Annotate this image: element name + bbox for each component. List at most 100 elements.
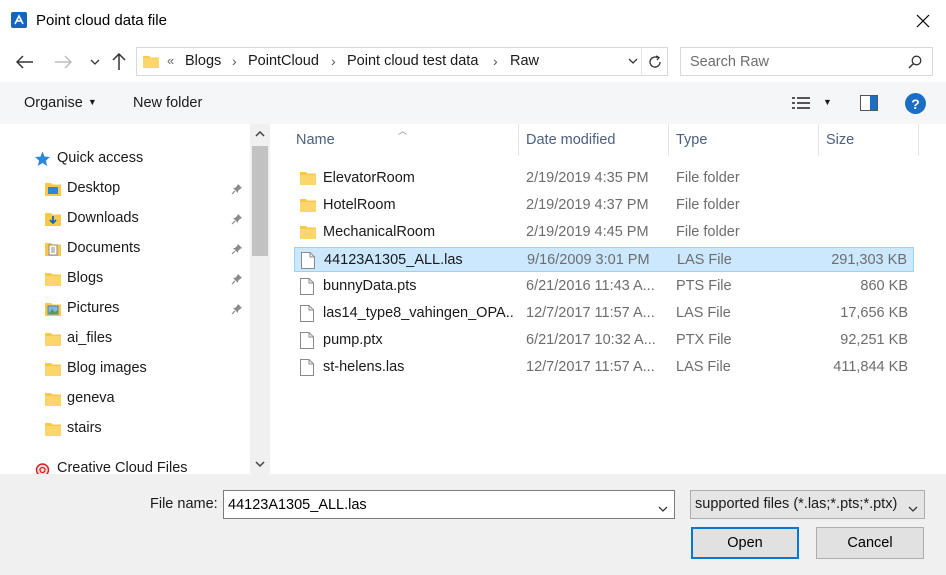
folder-icon <box>45 421 61 440</box>
address-overflow[interactable]: « <box>167 53 174 68</box>
folder-row[interactable]: MechanicalRoom 2/19/2019 4:45 PM File fold… <box>294 220 914 245</box>
breadcrumb-raw[interactable]: Raw <box>510 53 539 69</box>
nav-item-geneva[interactable]: geneva <box>0 386 250 412</box>
navigation-pane: Quick access Desktop Downloads Documents… <box>0 124 270 474</box>
file-row[interactable]: las14_type8_vahingen_OPA... 12/7/2017 11:… <box>294 301 914 326</box>
folder-row[interactable]: ElevatorRoom 2/19/2019 4:35 PM File folder <box>294 166 914 191</box>
search-box[interactable]: Search Raw <box>680 47 933 76</box>
chevron-down-icon <box>908 499 918 515</box>
nav-label: Quick access <box>57 150 144 166</box>
address-bar[interactable]: « Blogs › PointCloud › Point cloud test … <box>136 47 668 76</box>
file-date-modified: 2/19/2019 4:35 PM <box>526 170 649 186</box>
file-row[interactable]: bunnyData.pts 6/21/2016 11:43 A... PTS Fil… <box>294 274 914 299</box>
nav-label: Documents <box>67 240 141 256</box>
organise-menu[interactable]: Organise ▼ <box>24 95 97 111</box>
view-options-dropdown[interactable]: ▼ <box>823 97 832 107</box>
file-size: 291,303 KB <box>831 252 907 268</box>
column-divider[interactable] <box>918 124 919 156</box>
file-size: 860 KB <box>860 278 908 294</box>
breadcrumb-pointcloud[interactable]: PointCloud <box>248 53 319 69</box>
nav-label: geneva <box>67 390 115 406</box>
column-header-name[interactable]: Name <box>288 124 518 156</box>
nav-item-ai-files[interactable]: ai_files <box>0 326 250 352</box>
column-type-label: Type <box>676 132 708 148</box>
breadcrumb-separator[interactable]: › <box>331 53 336 69</box>
pin-icon[interactable] <box>231 182 243 198</box>
file-row[interactable]: 44123A1305_ALL.las 9/16/2009 3:01 PM LAS F… <box>294 247 914 272</box>
back-button[interactable] <box>14 51 36 73</box>
column-header-size[interactable]: Size <box>819 124 917 156</box>
pin-icon[interactable] <box>231 242 243 258</box>
up-button[interactable] <box>108 51 130 73</box>
folder-icon <box>45 361 61 380</box>
search-placeholder[interactable]: Search Raw <box>690 54 769 70</box>
close-button[interactable] <box>908 6 938 36</box>
pin-icon[interactable] <box>231 302 243 318</box>
chevron-up-icon <box>255 131 265 137</box>
column-header-type[interactable]: Type <box>669 124 817 156</box>
dialog-footer: File name: supported files (*.las;*.pts;… <box>0 474 946 575</box>
change-view-button[interactable] <box>792 96 810 113</box>
nav-item-creative-cloud[interactable]: Creative Cloud Files <box>0 456 250 474</box>
file-date-modified: 12/7/2017 11:57 A... <box>526 359 655 375</box>
new-folder-button[interactable]: New folder <box>133 95 202 111</box>
pictures-folder-icon <box>45 301 61 320</box>
chevron-down-icon <box>255 461 265 467</box>
file-size: 17,656 KB <box>840 305 908 321</box>
open-button[interactable]: Open <box>691 527 799 559</box>
breadcrumb-separator[interactable]: › <box>232 53 237 69</box>
nav-item-desktop[interactable]: Desktop <box>0 176 250 202</box>
folder-row[interactable]: HotelRoom 2/19/2019 4:37 PM File folder <box>294 193 914 218</box>
file-icon <box>300 278 314 298</box>
nav-item-documents[interactable]: Documents <box>0 236 250 262</box>
nav-label: Creative Cloud Files <box>57 460 188 474</box>
nav-label: Downloads <box>67 210 139 226</box>
help-button[interactable]: ? <box>905 93 926 114</box>
column-header-date[interactable]: Date modified <box>519 124 667 156</box>
caret-down-icon: ▼ <box>87 97 97 107</box>
file-type-filter[interactable]: supported files (*.las;*.pts;*.ptx) <box>690 490 925 519</box>
nav-item-blogs[interactable]: Blogs <box>0 266 250 292</box>
refresh-button[interactable] <box>641 48 667 75</box>
nav-scrollbar[interactable] <box>250 124 270 474</box>
pin-icon[interactable] <box>231 212 243 228</box>
file-type: LAS File <box>676 359 731 375</box>
pin-icon[interactable] <box>231 272 243 288</box>
file-list: ︿ Name Date modified Type Size ElevatorR… <box>270 124 946 474</box>
file-date-modified: 6/21/2017 10:32 A... <box>526 332 656 348</box>
breadcrumb-test-data[interactable]: Point cloud test data <box>347 53 478 69</box>
nav-label: Desktop <box>67 180 121 196</box>
search-icon[interactable] <box>908 55 922 72</box>
file-size: 411,844 KB <box>833 359 908 375</box>
preview-pane-button[interactable] <box>860 95 878 114</box>
filename-input[interactable] <box>224 491 644 518</box>
filename-dropdown-button[interactable] <box>658 499 668 515</box>
nav-label: Blog images <box>67 360 147 376</box>
scroll-thumb[interactable] <box>252 146 268 256</box>
nav-item-quick-access[interactable]: Quick access <box>0 146 250 172</box>
address-dropdown-button[interactable] <box>627 54 639 71</box>
column-name-label: Name <box>296 132 335 148</box>
close-icon <box>916 14 930 28</box>
nav-item-stairs[interactable]: stairs <box>0 416 250 442</box>
scroll-down-button[interactable] <box>250 454 270 474</box>
breadcrumb-separator[interactable]: › <box>493 53 498 69</box>
scroll-up-button[interactable] <box>250 124 270 144</box>
column-size-label: Size <box>826 132 855 148</box>
folder-icon <box>45 271 61 290</box>
cancel-button[interactable]: Cancel <box>816 527 924 559</box>
breadcrumb-blogs[interactable]: Blogs <box>185 53 221 69</box>
nav-item-blog-images[interactable]: Blog images <box>0 356 250 382</box>
forward-arrow-icon <box>55 55 72 69</box>
nav-item-downloads[interactable]: Downloads <box>0 206 250 232</box>
filename-label: File name: <box>150 496 218 512</box>
filename-field[interactable] <box>223 490 675 519</box>
file-row[interactable]: pump.ptx 6/21/2017 10:32 A... PTX File 92,2… <box>294 328 914 353</box>
nav-label: ai_files <box>67 330 113 346</box>
nav-item-pictures[interactable]: Pictures <box>0 296 250 322</box>
recent-locations-button[interactable] <box>84 51 106 73</box>
nav-label: stairs <box>67 420 102 436</box>
file-row[interactable]: st-helens.las 12/7/2017 11:57 A... LAS Fil… <box>294 355 914 380</box>
forward-button[interactable] <box>52 51 74 73</box>
file-name: HotelRoom <box>323 197 396 213</box>
